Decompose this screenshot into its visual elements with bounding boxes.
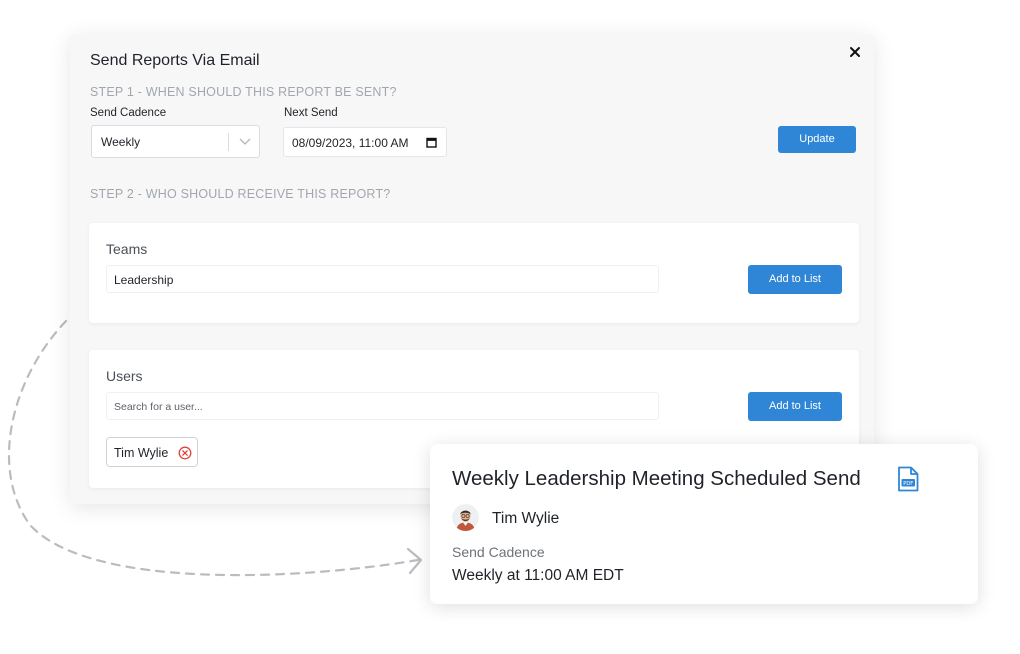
user-search-placeholder: Search for a user... xyxy=(114,401,203,413)
send-cadence-value: Weekly xyxy=(101,135,141,149)
scheduled-send-cadence-value: Weekly at 11:00 AM EDT xyxy=(452,567,624,584)
update-button[interactable]: Update xyxy=(778,126,856,153)
teams-input[interactable]: Leadership xyxy=(106,265,659,293)
user-chip: Tim Wylie xyxy=(106,437,198,467)
modal-title: Send Reports Via Email xyxy=(90,52,260,69)
teams-card: Teams Leadership Add to List xyxy=(89,223,859,323)
users-title: Users xyxy=(106,368,143,384)
next-send-value: 08/09/2023, 11:00 AM xyxy=(292,136,409,150)
select-divider xyxy=(228,133,229,151)
scheduled-send-cadence-label: Send Cadence xyxy=(452,544,545,560)
pdf-file-icon: PDF xyxy=(898,466,919,492)
add-team-button[interactable]: Add to List xyxy=(748,265,842,294)
teams-title: Teams xyxy=(106,241,148,257)
send-reports-modal: Send Reports Via Email STEP 1 - WHEN SHO… xyxy=(70,34,874,504)
user-chip-label: Tim Wylie xyxy=(114,446,169,460)
scheduled-send-user: Tim Wylie xyxy=(492,510,560,527)
send-cadence-label: Send Cadence xyxy=(90,107,167,119)
next-send-input[interactable]: 08/09/2023, 11:00 AM xyxy=(283,127,447,157)
step-1-heading: STEP 1 - WHEN SHOULD THIS REPORT BE SENT… xyxy=(90,85,397,99)
calendar-icon[interactable] xyxy=(426,137,437,148)
close-icon xyxy=(850,47,860,57)
step-2-heading: STEP 2 - WHO SHOULD RECEIVE THIS REPORT? xyxy=(90,187,391,201)
scheduled-send-card: Weekly Leadership Meeting Scheduled Send… xyxy=(430,444,978,604)
user-search-input[interactable]: Search for a user... xyxy=(106,392,659,420)
avatar xyxy=(452,504,479,531)
teams-input-value: Leadership xyxy=(114,273,174,287)
send-cadence-select[interactable]: Weekly xyxy=(91,125,260,158)
scheduled-send-title: Weekly Leadership Meeting Scheduled Send xyxy=(452,467,861,490)
next-send-label: Next Send xyxy=(284,107,338,119)
chevron-down-icon[interactable] xyxy=(239,138,251,146)
remove-circle-icon[interactable] xyxy=(178,446,192,460)
close-button[interactable] xyxy=(846,43,864,61)
add-user-button[interactable]: Add to List xyxy=(748,392,842,421)
svg-text:PDF: PDF xyxy=(903,481,913,487)
